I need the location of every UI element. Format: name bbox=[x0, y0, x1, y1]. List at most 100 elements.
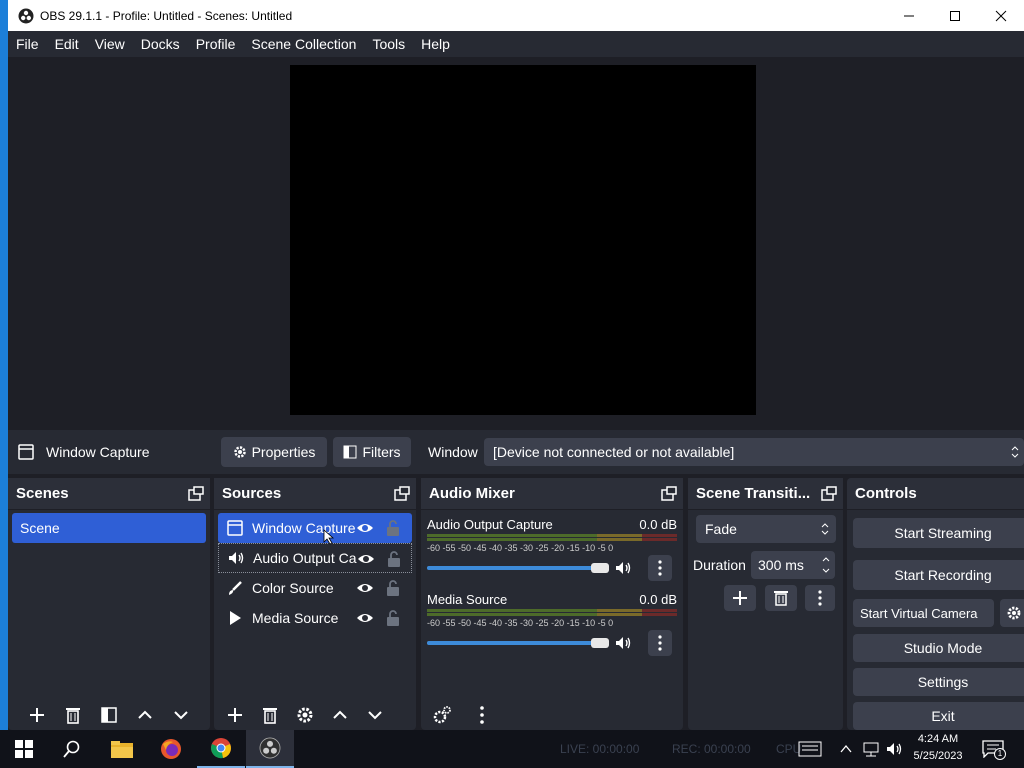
advanced-audio-gear-icon[interactable] bbox=[431, 704, 453, 726]
obs-taskbar-button[interactable] bbox=[246, 730, 294, 768]
start-button[interactable] bbox=[0, 730, 48, 768]
start-virtual-camera-button[interactable]: Start Virtual Camera bbox=[853, 599, 994, 627]
duration-value: 300 ms bbox=[758, 557, 804, 573]
settings-button[interactable]: Settings bbox=[853, 668, 1024, 696]
search-button[interactable] bbox=[48, 730, 96, 768]
window-select[interactable]: [Device not connected or not available] bbox=[484, 438, 1024, 466]
volume-meter bbox=[427, 609, 677, 616]
windows-logo-icon bbox=[15, 740, 33, 758]
virtual-camera-settings-button[interactable] bbox=[1000, 599, 1024, 627]
menu-edit[interactable]: Edit bbox=[47, 36, 87, 52]
undock-icon[interactable] bbox=[821, 486, 837, 502]
folder-icon bbox=[111, 741, 133, 758]
gear-icon[interactable] bbox=[294, 704, 316, 726]
undock-icon[interactable] bbox=[394, 486, 410, 502]
more-vertical-icon bbox=[818, 590, 822, 606]
transition-select[interactable]: Fade bbox=[696, 515, 836, 543]
keyboard-layout-icon[interactable] bbox=[798, 741, 822, 757]
trash-icon[interactable] bbox=[259, 704, 281, 726]
menu-scene-collection[interactable]: Scene Collection bbox=[243, 36, 364, 52]
eye-icon[interactable] bbox=[356, 519, 374, 537]
file-explorer-button[interactable] bbox=[98, 730, 146, 768]
undock-icon[interactable] bbox=[661, 486, 677, 502]
chrome-button[interactable] bbox=[197, 730, 245, 768]
minimize-button[interactable] bbox=[886, 0, 932, 31]
speaker-icon[interactable] bbox=[614, 559, 632, 577]
eye-icon[interactable] bbox=[357, 550, 375, 568]
channel-menu-button[interactable] bbox=[648, 630, 672, 656]
chevron-up-icon[interactable] bbox=[329, 704, 351, 726]
source-item-audio-output[interactable]: Audio Output Ca bbox=[218, 543, 412, 573]
unlock-icon[interactable] bbox=[384, 579, 402, 597]
source-item-media-source[interactable]: Media Source bbox=[218, 603, 412, 633]
volume-icon[interactable] bbox=[885, 740, 905, 758]
live-status: LIVE: 00:00:00 bbox=[560, 742, 640, 756]
firefox-button[interactable] bbox=[147, 730, 195, 768]
scene-item[interactable]: Scene bbox=[12, 513, 206, 543]
close-button[interactable] bbox=[978, 0, 1024, 31]
transition-menu-button[interactable] bbox=[805, 585, 835, 611]
properties-button[interactable]: Properties bbox=[221, 437, 327, 467]
source-item-window-capture[interactable]: Window Capture bbox=[218, 513, 412, 543]
window-field-label: Window bbox=[428, 444, 478, 460]
scenes-header: Scenes bbox=[8, 478, 210, 510]
menu-profile[interactable]: Profile bbox=[188, 36, 244, 52]
firefox-icon bbox=[161, 739, 181, 759]
notification-center[interactable]: 1 bbox=[982, 740, 1006, 760]
channel-name: Media Source bbox=[427, 592, 508, 607]
channel-menu-button[interactable] bbox=[648, 555, 672, 581]
speaker-icon[interactable] bbox=[614, 634, 632, 652]
transitions-header: Scene Transiti... bbox=[688, 478, 843, 510]
menu-tools[interactable]: Tools bbox=[364, 36, 413, 52]
duration-spinbox[interactable]: 300 ms bbox=[751, 551, 835, 579]
taskbar: LIVE: 00:00:00 REC: 00:00:00 CPU 4:24 AM… bbox=[0, 730, 1024, 768]
properties-label: Properties bbox=[251, 444, 316, 460]
filters-button[interactable]: Filters bbox=[333, 437, 411, 467]
unlock-icon[interactable] bbox=[385, 550, 403, 568]
eye-icon[interactable] bbox=[356, 609, 374, 627]
sources-footer bbox=[214, 700, 416, 730]
chevron-down-icon[interactable] bbox=[364, 704, 386, 726]
chevron-down-icon[interactable] bbox=[170, 704, 192, 726]
unlock-icon[interactable] bbox=[384, 519, 402, 537]
source-item-color-source[interactable]: Color Source bbox=[218, 573, 412, 603]
preview-canvas[interactable] bbox=[290, 65, 756, 415]
scenes-title: Scenes bbox=[16, 485, 69, 502]
remove-transition-button[interactable] bbox=[765, 585, 797, 611]
mouse-cursor-icon bbox=[323, 529, 335, 545]
studio-mode-button[interactable]: Studio Mode bbox=[853, 634, 1024, 662]
title-bar: OBS 29.1.1 - Profile: Untitled - Scenes:… bbox=[8, 0, 1024, 31]
menu-docks[interactable]: Docks bbox=[133, 36, 188, 52]
unlock-icon[interactable] bbox=[384, 609, 402, 627]
menu-file[interactable]: File bbox=[8, 36, 47, 52]
add-source-icon[interactable] bbox=[224, 704, 246, 726]
play-icon bbox=[230, 611, 241, 625]
chevron-up-icon[interactable] bbox=[134, 704, 156, 726]
settings-label: Settings bbox=[917, 674, 969, 690]
add-scene-icon[interactable] bbox=[26, 704, 48, 726]
more-vertical-icon[interactable] bbox=[471, 704, 493, 726]
menu-help[interactable]: Help bbox=[413, 36, 458, 52]
window-capture-icon bbox=[227, 520, 243, 536]
undock-icon[interactable] bbox=[188, 486, 204, 502]
obs-logo-icon bbox=[18, 8, 34, 23]
volume-knob[interactable] bbox=[591, 638, 609, 648]
spinner-arrows-icon[interactable] bbox=[821, 555, 831, 575]
network-icon[interactable] bbox=[862, 741, 880, 757]
trash-icon[interactable] bbox=[62, 704, 84, 726]
exit-button[interactable]: Exit bbox=[853, 702, 1024, 730]
menu-bar: File Edit View Docks Profile Scene Colle… bbox=[8, 31, 1024, 57]
clock-date[interactable]: 5/25/2023 bbox=[908, 750, 968, 762]
maximize-button[interactable] bbox=[932, 0, 978, 31]
scene-filter-icon[interactable] bbox=[98, 704, 120, 726]
start-virtual-camera-label: Start Virtual Camera bbox=[860, 605, 978, 621]
volume-knob[interactable] bbox=[591, 563, 609, 573]
start-recording-button[interactable]: Start Recording bbox=[853, 560, 1024, 590]
eye-icon[interactable] bbox=[356, 579, 374, 597]
clock-time[interactable]: 4:24 AM bbox=[908, 733, 968, 745]
start-streaming-button[interactable]: Start Streaming bbox=[853, 518, 1024, 548]
add-transition-button[interactable] bbox=[724, 585, 756, 611]
menu-view[interactable]: View bbox=[87, 36, 133, 52]
controls-title: Controls bbox=[855, 485, 917, 502]
chevron-up-icon[interactable] bbox=[840, 744, 852, 754]
